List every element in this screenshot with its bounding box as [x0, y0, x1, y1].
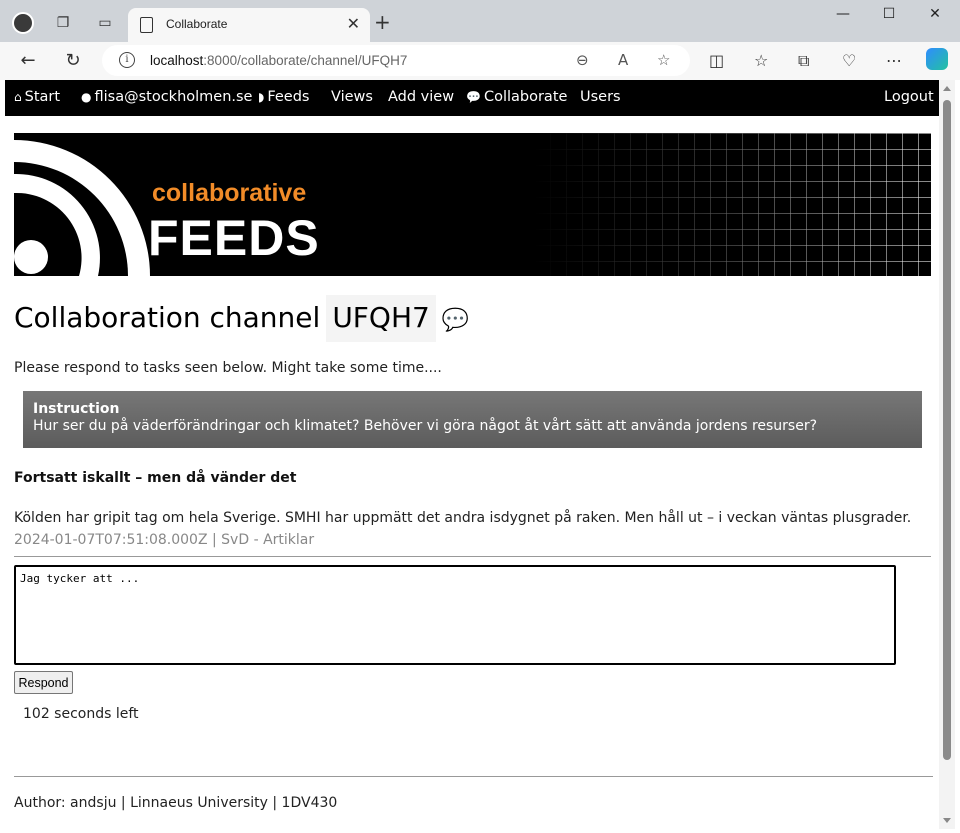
- article-title: Fortsatt iskallt – men då vänder det: [14, 470, 297, 486]
- browser-tab-strip: ❐ ▭ Collaborate ✕ + — ☐ ✕: [0, 0, 960, 42]
- nav-user-label: flisa@stockholmen.se: [94, 89, 253, 105]
- address-bar[interactable]: i localhost:8000/collaborate/channel/UFQ…: [102, 45, 690, 76]
- maximize-icon[interactable]: ☐: [866, 6, 912, 28]
- site-banner: collaborative FEEDS: [14, 133, 931, 276]
- article-summary: Kölden har gripit tag om hela Sverige. S…: [14, 510, 912, 526]
- nav-views[interactable]: Views: [331, 89, 373, 105]
- workspaces-icon[interactable]: ❐: [52, 12, 74, 34]
- comments-icon: 💬: [466, 90, 481, 104]
- nav-logout-label: Logout: [884, 89, 934, 105]
- collections-icon[interactable]: ⧉: [798, 51, 809, 71]
- footer-divider: [14, 776, 933, 777]
- split-screen-icon[interactable]: ◫: [709, 51, 724, 70]
- instruction-text: Hur ser du på väderförändringar och klim…: [33, 418, 818, 434]
- comments-icon: 💬: [441, 308, 470, 333]
- url-text[interactable]: localhost:8000/collaborate/channel/UFQH7: [150, 53, 407, 68]
- page-icon: [140, 17, 153, 33]
- copilot-icon[interactable]: [926, 48, 948, 70]
- rss-logo-icon: [14, 140, 150, 276]
- page-viewport: ⌂ Start ● flisa@stockholmen.se ◗ Feeds View…: [5, 80, 939, 829]
- nav-add-view[interactable]: Add view: [388, 89, 454, 105]
- countdown-timer: 102 seconds left: [23, 706, 139, 722]
- home-icon: ⌂: [14, 90, 22, 104]
- vertical-scrollbar[interactable]: [939, 80, 955, 829]
- close-tab-icon[interactable]: ✕: [347, 14, 360, 33]
- instruction-label: Instruction: [33, 401, 120, 417]
- nav-logout[interactable]: Logout: [884, 89, 934, 105]
- address-toolbar: ← ↻ i localhost:8000/collaborate/channel…: [0, 42, 960, 80]
- url-path: :8000/collaborate/channel/UFQH7: [203, 53, 408, 68]
- rss-icon: ◗: [258, 90, 265, 104]
- response-textarea[interactable]: Jag tycker att ...: [14, 565, 896, 665]
- banner-grid-fade: [534, 133, 931, 276]
- nav-feeds[interactable]: ◗ Feeds: [258, 89, 309, 105]
- banner-tagline: collaborative: [152, 179, 307, 207]
- profile-avatar-icon[interactable]: [12, 12, 34, 34]
- channel-heading: Collaboration channel: [14, 301, 321, 334]
- banner-title: FEEDS: [148, 210, 320, 266]
- site-navbar: ⌂ Start ● flisa@stockholmen.se ◗ Feeds View…: [5, 80, 939, 116]
- article-meta: 2024-01-07T07:51:08.000Z | SvD - Artikla…: [14, 532, 315, 548]
- nav-user[interactable]: ● flisa@stockholmen.se: [81, 89, 252, 105]
- scrollbar-thumb[interactable]: [943, 100, 951, 760]
- url-host: localhost: [150, 53, 204, 68]
- scroll-up-icon[interactable]: [943, 86, 951, 91]
- minimize-icon[interactable]: —: [820, 6, 866, 28]
- new-tab-icon[interactable]: +: [374, 12, 391, 32]
- refresh-icon[interactable]: ↻: [62, 50, 84, 72]
- nav-feeds-label: Feeds: [267, 89, 310, 105]
- nav-users[interactable]: Users: [580, 89, 621, 105]
- nav-add-view-label: Add view: [388, 89, 455, 105]
- user-icon: ●: [81, 90, 92, 104]
- favorites-icon[interactable]: ☆: [754, 51, 768, 70]
- back-icon[interactable]: ←: [17, 50, 39, 72]
- more-menu-icon[interactable]: ⋯: [886, 51, 902, 70]
- nav-users-label: Users: [580, 89, 621, 105]
- channel-intro: Please respond to tasks seen below. Migh…: [14, 360, 442, 376]
- close-window-icon[interactable]: ✕: [912, 6, 958, 28]
- instruction-box: Instruction Hur ser du på väderförändrin…: [23, 391, 922, 448]
- nav-collaborate[interactable]: 💬 Collaborate: [466, 89, 567, 105]
- browser-essentials-icon[interactable]: ♡: [842, 51, 856, 70]
- channel-code: UFQH7: [326, 295, 436, 342]
- tab-title: Collaborate: [166, 17, 228, 31]
- nav-start-label: Start: [24, 89, 61, 105]
- nav-collaborate-label: Collaborate: [483, 89, 568, 105]
- respond-button[interactable]: Respond: [14, 671, 73, 694]
- page-title: Collaboration channel UFQH7 💬: [14, 294, 469, 343]
- tab-actions-icon[interactable]: ▭: [94, 12, 116, 34]
- footer-text: Author: andsju | Linnaeus University | 1…: [14, 795, 338, 811]
- scroll-down-icon[interactable]: [943, 818, 951, 823]
- site-info-icon[interactable]: i: [119, 52, 135, 68]
- nav-views-label: Views: [331, 89, 373, 105]
- nav-start[interactable]: ⌂ Start: [14, 89, 60, 105]
- zoom-icon[interactable]: ⊖: [576, 51, 589, 69]
- divider: [14, 556, 931, 557]
- browser-tab[interactable]: Collaborate ✕: [128, 8, 370, 42]
- read-aloud-icon[interactable]: A: [618, 51, 628, 69]
- favorite-star-icon[interactable]: ☆: [657, 51, 670, 69]
